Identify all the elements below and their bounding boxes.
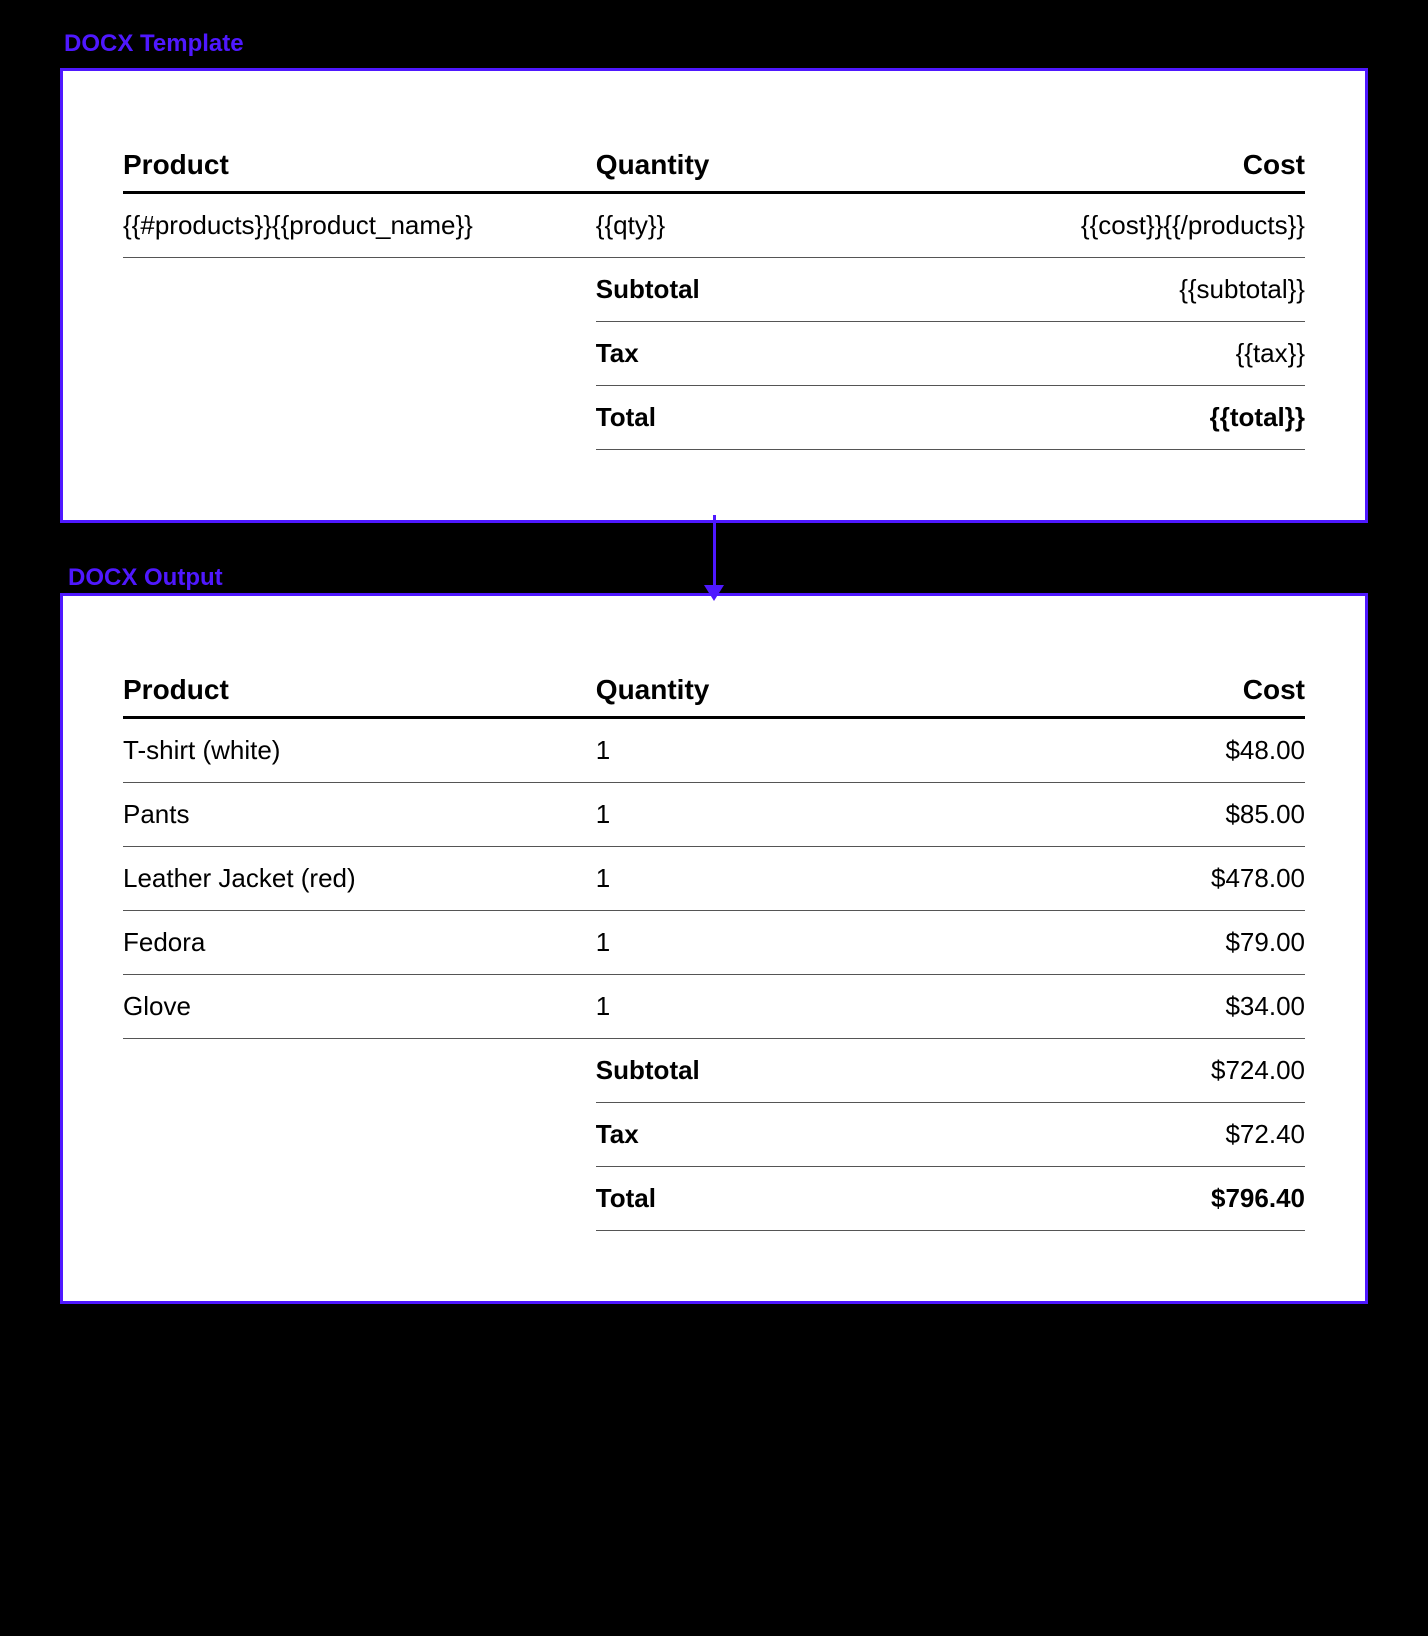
product-cell: Leather Jacket (red) xyxy=(123,847,596,911)
template-subtotal-value: {{subtotal}} xyxy=(927,258,1305,322)
empty-cell xyxy=(123,258,596,322)
quantity-cell: 1 xyxy=(596,783,927,847)
template-tax-label: Tax xyxy=(596,322,927,386)
output-subtotal-value: $724.00 xyxy=(927,1039,1305,1103)
empty-cell xyxy=(123,1103,596,1167)
output-header-quantity: Quantity xyxy=(596,666,927,718)
template-subtotal-row: Subtotal {{subtotal}} xyxy=(123,258,1305,322)
template-table: Product Quantity Cost {{#products}}{{pro… xyxy=(123,141,1305,450)
empty-cell xyxy=(123,1167,596,1231)
table-row: Pants1$85.00 xyxy=(123,783,1305,847)
table-row: Leather Jacket (red)1$478.00 xyxy=(123,847,1305,911)
template-total-label: Total xyxy=(596,386,927,450)
output-tax-row: Tax $72.40 xyxy=(123,1103,1305,1167)
table-row: Fedora1$79.00 xyxy=(123,911,1305,975)
product-cell: Pants xyxy=(123,783,596,847)
empty-cell xyxy=(123,1039,596,1103)
template-tax-value: {{tax}} xyxy=(927,322,1305,386)
output-table: Product Quantity Cost T-shirt (white)1$4… xyxy=(123,666,1305,1231)
output-total-label: Total xyxy=(596,1167,927,1231)
output-subtotal-label: Subtotal xyxy=(596,1039,927,1103)
cost-cell: $478.00 xyxy=(927,847,1305,911)
template-section-label: DOCX Template xyxy=(64,30,1368,58)
cost-cell: $34.00 xyxy=(927,975,1305,1039)
arrow-down-icon xyxy=(704,515,724,601)
output-total-row: Total $796.40 xyxy=(123,1167,1305,1231)
cost-cell: $79.00 xyxy=(927,911,1305,975)
table-row: T-shirt (white)1$48.00 xyxy=(123,718,1305,783)
cost-cell: $85.00 xyxy=(927,783,1305,847)
product-cell: T-shirt (white) xyxy=(123,718,596,783)
output-subtotal-row: Subtotal $724.00 xyxy=(123,1039,1305,1103)
template-header-cost: Cost xyxy=(927,141,1305,193)
output-tax-value: $72.40 xyxy=(927,1103,1305,1167)
template-total-row: Total {{total}} xyxy=(123,386,1305,450)
output-section-label: DOCX Output xyxy=(68,564,223,592)
template-data-row: {{#products}}{{product_name}} {{qty}} {{… xyxy=(123,193,1305,258)
arrow-connector: DOCX Output xyxy=(60,518,1368,598)
output-total-value: $796.40 xyxy=(927,1167,1305,1231)
output-panel: Product Quantity Cost T-shirt (white)1$4… xyxy=(60,593,1368,1304)
product-cell: Glove xyxy=(123,975,596,1039)
quantity-cell: 1 xyxy=(596,718,927,783)
product-cell: Fedora xyxy=(123,911,596,975)
quantity-cell: 1 xyxy=(596,847,927,911)
quantity-cell: 1 xyxy=(596,911,927,975)
template-subtotal-label: Subtotal xyxy=(596,258,927,322)
template-total-value: {{total}} xyxy=(927,386,1305,450)
template-product-cell: {{#products}}{{product_name}} xyxy=(123,193,596,258)
template-header-product: Product xyxy=(123,141,596,193)
output-header-cost: Cost xyxy=(927,666,1305,718)
template-cost-cell: {{cost}}{{/products}} xyxy=(927,193,1305,258)
output-tax-label: Tax xyxy=(596,1103,927,1167)
quantity-cell: 1 xyxy=(596,975,927,1039)
cost-cell: $48.00 xyxy=(927,718,1305,783)
template-panel: Product Quantity Cost {{#products}}{{pro… xyxy=(60,68,1368,523)
template-quantity-cell: {{qty}} xyxy=(596,193,927,258)
empty-cell xyxy=(123,322,596,386)
empty-cell xyxy=(123,386,596,450)
output-header-product: Product xyxy=(123,666,596,718)
table-row: Glove1$34.00 xyxy=(123,975,1305,1039)
template-tax-row: Tax {{tax}} xyxy=(123,322,1305,386)
template-header-quantity: Quantity xyxy=(596,141,927,193)
